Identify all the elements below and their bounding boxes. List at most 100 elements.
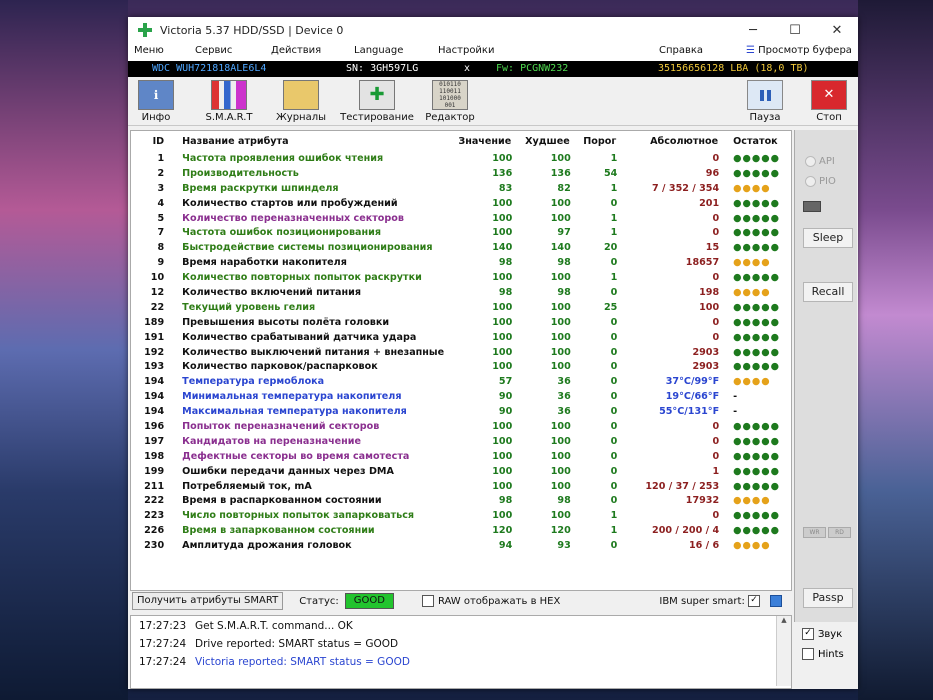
attr-id: 222 bbox=[144, 495, 165, 507]
table-row[interactable]: 9 Время наработки накопителя 98 98 0 18657 ●●●… bbox=[131, 255, 791, 270]
ibm-super-smart[interactable]: IBM super smart: ✓ bbox=[659, 595, 764, 607]
attr-threshold: 1 bbox=[610, 182, 618, 194]
api-radio[interactable]: API bbox=[805, 156, 835, 167]
get-smart-button[interactable]: Получить атрибуты SMART bbox=[132, 592, 284, 610]
table-row[interactable]: 193 Количество парковок/распарковок 100 100… bbox=[131, 359, 791, 374]
table-row[interactable]: 10 Количество повторных попыток раскрутки… bbox=[131, 270, 791, 285]
attr-worst: 100 bbox=[550, 197, 571, 209]
attr-name: Количество включений питания bbox=[182, 286, 362, 298]
sleep-button[interactable]: Sleep bbox=[803, 228, 853, 248]
attr-absolute: 15 bbox=[705, 242, 720, 254]
table-row[interactable]: 192 Количество выключений питания + внеза… bbox=[131, 345, 791, 360]
menu-item-service[interactable]: Сервис bbox=[195, 45, 232, 56]
testing-button-label: Тестирование bbox=[340, 112, 414, 123]
table-row[interactable]: 12 Количество включений питания 98 98 0 198 ●●… bbox=[131, 285, 791, 300]
editor-button[interactable]: 010110 110011 101000 001 Редактор bbox=[413, 80, 487, 123]
sound-checkbox[interactable]: ✓ Звук bbox=[802, 628, 842, 640]
menu-item-buffer-view[interactable]: ☰ Просмотр буфера bbox=[746, 45, 852, 56]
attr-threshold: 0 bbox=[610, 540, 618, 552]
logs-button[interactable]: Журналы bbox=[264, 80, 338, 123]
col-remaining[interactable]: Остаток bbox=[719, 131, 791, 151]
status-bar: Получить атрибуты SMART Статус: GOOD RAW… bbox=[130, 591, 790, 611]
smart-button[interactable]: S.M.A.R.T bbox=[192, 80, 266, 123]
table-row[interactable]: 222 Время в распаркованном состоянии 98 98 0… bbox=[131, 493, 791, 508]
minimize-button[interactable]: ─ bbox=[732, 23, 774, 38]
status-label: Статус: bbox=[299, 595, 339, 607]
table-row[interactable]: 8 Быстродействие системы позиционирования… bbox=[131, 240, 791, 255]
scroll-up-icon[interactable]: ▲ bbox=[777, 616, 791, 624]
attr-name: Количество повторных попыток раскрутки bbox=[182, 272, 422, 284]
attr-remaining: ●●●●● bbox=[733, 242, 781, 254]
toolbar: ℹ Инфо S.M.A.R.T Журналы ✚ Тестирование … bbox=[128, 77, 858, 126]
maximize-button[interactable]: ☐ bbox=[774, 23, 816, 38]
table-row[interactable]: 194 Температура гермоблока 57 36 0 37°C/99°F ●… bbox=[131, 374, 791, 389]
table-row[interactable]: 196 Попыток переназначений секторов 100 100… bbox=[131, 419, 791, 434]
attr-absolute: 0 bbox=[712, 152, 720, 164]
attr-name: Время раскрутки шпинделя bbox=[182, 182, 339, 194]
table-row[interactable]: 3 Время раскрутки шпинделя 83 82 1 7 / 352 / … bbox=[131, 181, 791, 196]
col-value[interactable]: Значение bbox=[455, 131, 512, 151]
col-absolute[interactable]: Абсолютное bbox=[617, 131, 719, 151]
table-row[interactable]: 223 Число повторных попыток запарковаться… bbox=[131, 508, 791, 523]
table-row[interactable]: 197 Кандидатов на переназначение 100 100 0 0 ●… bbox=[131, 434, 791, 449]
menu-item-language[interactable]: Language bbox=[354, 45, 403, 56]
table-row[interactable]: 189 Превышения высоты полёта головки 100 10… bbox=[131, 315, 791, 330]
menu-item-settings[interactable]: Настройки bbox=[438, 45, 494, 56]
attr-threshold: 0 bbox=[610, 465, 618, 477]
color-swatch[interactable] bbox=[770, 595, 782, 607]
info-button[interactable]: ℹ Инфо bbox=[119, 80, 193, 123]
log-panel[interactable]: 17:27:23 Get S.M.A.R.T. command... OK 17:… bbox=[130, 615, 792, 689]
attr-remaining: ●●●● bbox=[733, 257, 771, 269]
table-row[interactable]: 211 Потребляемый ток, mA 100 100 0 120 / 37 /… bbox=[131, 479, 791, 494]
passp-button[interactable]: Passp bbox=[803, 588, 853, 608]
log-scrollbar[interactable]: ▲ bbox=[776, 616, 791, 686]
table-row[interactable]: 226 Время в запаркованном состоянии 120 120… bbox=[131, 523, 791, 538]
table-row[interactable]: 1 Частота проявления ошибок чтения 100 100 1… bbox=[131, 151, 791, 166]
menu-item-menu[interactable]: Меню bbox=[134, 45, 164, 56]
attr-worst: 100 bbox=[550, 316, 571, 328]
stop-button[interactable]: ✕ Стоп bbox=[808, 80, 850, 123]
attr-remaining: ●●●●● bbox=[733, 420, 781, 432]
table-row[interactable]: 5 Количество переназначенных секторов 100 1… bbox=[131, 211, 791, 226]
attr-name: Дефектные секторы во время самотеста bbox=[182, 450, 410, 462]
table-row[interactable]: 194 Минимальная температура накопителя 90 3… bbox=[131, 389, 791, 404]
col-attribute-name[interactable]: Название атрибута bbox=[174, 131, 455, 151]
close-button[interactable]: ✕ bbox=[816, 23, 858, 38]
attr-threshold: 0 bbox=[610, 450, 618, 462]
attr-remaining: ●●●●● bbox=[733, 525, 781, 537]
recall-button[interactable]: Recall bbox=[803, 282, 853, 302]
col-id[interactable]: ID bbox=[131, 131, 174, 151]
pio-radio[interactable]: PIO bbox=[805, 176, 836, 187]
menu-item-actions[interactable]: Действия bbox=[271, 45, 321, 56]
col-threshold[interactable]: Порог bbox=[571, 131, 618, 151]
attr-absolute: 2903 bbox=[692, 346, 720, 358]
menu-item-help[interactable]: Справка bbox=[659, 45, 703, 56]
table-row[interactable]: 199 Ошибки передачи данных через DMA 100 10… bbox=[131, 464, 791, 479]
attr-worst: 98 bbox=[557, 495, 571, 507]
table-row[interactable]: 191 Количество срабатываний датчика удара… bbox=[131, 330, 791, 345]
attr-id: 5 bbox=[157, 212, 165, 224]
table-row[interactable]: 2 Производительность 136 136 54 96 ●●●●● bbox=[131, 166, 791, 181]
attr-name: Количество переназначенных секторов bbox=[182, 212, 404, 224]
attr-id: 198 bbox=[144, 450, 165, 462]
attr-id: 191 bbox=[144, 331, 165, 343]
attr-value: 100 bbox=[492, 301, 513, 313]
binary-editor-icon: 010110 110011 101000 001 bbox=[432, 80, 468, 110]
raw-hex-checkbox[interactable]: RAW отображать в HEX bbox=[421, 595, 560, 607]
table-row[interactable]: 4 Количество стартов или пробуждений 100 10… bbox=[131, 196, 791, 211]
attr-remaining: ●●●●● bbox=[733, 361, 781, 373]
smart-attributes-table[interactable]: ID Название атрибута Значение Худшее Пор… bbox=[130, 130, 792, 591]
table-row[interactable]: 194 Максимальная температура накопителя 90… bbox=[131, 404, 791, 419]
col-worst[interactable]: Худшее bbox=[512, 131, 571, 151]
table-row[interactable]: 198 Дефектные секторы во время самотеста 1… bbox=[131, 449, 791, 464]
log-line: 17:27:24 Victoria reported: SMART status … bbox=[139, 656, 410, 668]
table-row[interactable]: 22 Текущий уровень гелия 100 100 25 100 ●●●●● bbox=[131, 300, 791, 315]
attr-threshold: 0 bbox=[610, 495, 618, 507]
attr-absolute: 2903 bbox=[692, 361, 720, 373]
attr-threshold: 0 bbox=[610, 480, 618, 492]
testing-button[interactable]: ✚ Тестирование bbox=[340, 80, 414, 123]
table-row[interactable]: 230 Амплитуда дрожания головок 94 93 0 16 / 6… bbox=[131, 538, 791, 553]
pause-button[interactable]: Пауза bbox=[744, 80, 786, 123]
table-row[interactable]: 7 Частота ошибок позиционирования 100 97 1 0 ●… bbox=[131, 225, 791, 240]
hints-checkbox[interactable]: Hints bbox=[802, 648, 844, 660]
